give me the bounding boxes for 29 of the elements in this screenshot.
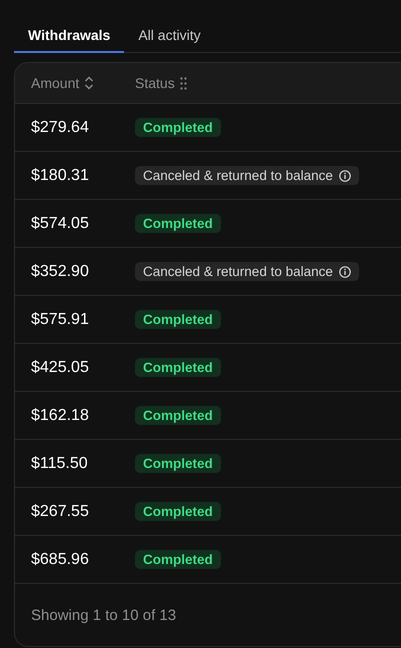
status-badge: Completed: [135, 406, 221, 425]
info-icon: [338, 266, 351, 278]
tab[interactable]: Withdrawals: [14, 19, 124, 53]
amount-text: $352.90: [31, 262, 89, 280]
amount-text: $685.96: [31, 550, 89, 568]
status-badge: Completed: [135, 310, 221, 329]
amount-text: $279.64: [31, 118, 89, 136]
status-badge: Canceled & returned to balance: [135, 166, 359, 185]
status-badge: Completed: [135, 454, 221, 473]
sort-icon: [84, 76, 94, 90]
column-header: Status: [135, 75, 175, 91]
status-badge: Completed: [135, 358, 221, 377]
status-badge: Canceled & returned to balance: [135, 262, 359, 281]
amount-text: $574.05: [31, 214, 89, 232]
amount-text: $162.18: [31, 406, 89, 424]
info-icon: [338, 170, 351, 182]
status-badge: Completed: [135, 118, 221, 137]
amount-text: $575.91: [31, 310, 89, 328]
column-header: Amount: [31, 75, 80, 91]
status-badge: Completed: [135, 214, 221, 233]
status-badge: Completed: [135, 550, 221, 569]
drag-handle-icon: [180, 76, 187, 90]
tab[interactable]: All activity: [124, 19, 215, 53]
pagination-summary: Showing 1 to 10 of 13: [31, 606, 176, 624]
amount-text: $267.55: [31, 502, 89, 520]
status-badge: Completed: [135, 502, 221, 521]
amount-text: $115.50: [31, 454, 88, 472]
amount-text: $180.31: [31, 166, 89, 184]
amount-text: $425.05: [31, 358, 89, 376]
